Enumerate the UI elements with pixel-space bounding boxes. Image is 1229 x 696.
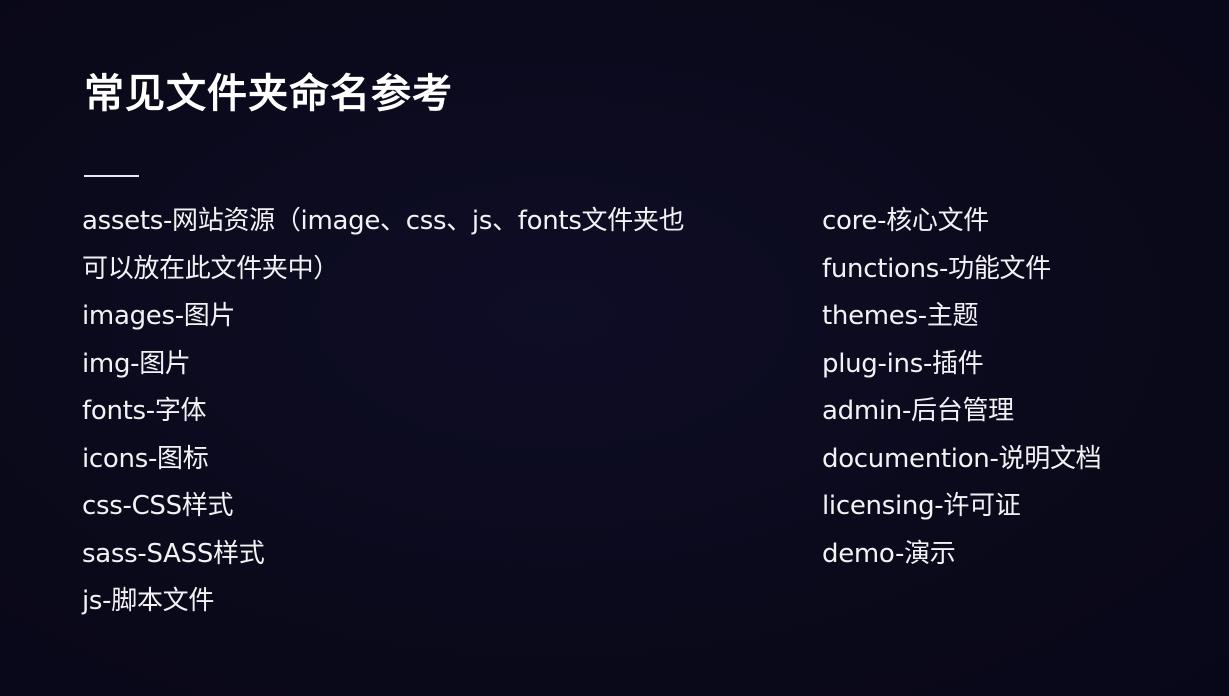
slide: 常见文件夹命名参考 assets-网站资源（image、css、js、fonts… [0, 0, 1229, 696]
list-item: css-CSS样式 [82, 491, 234, 521]
list-item: js-脚本文件 [82, 586, 215, 616]
list-item: core-核心文件 [822, 206, 989, 236]
list-item: documention-说明文档 [822, 443, 1102, 474]
right-column-list: core-核心文件 functions-功能文件 themes-主题 plug-… [822, 198, 1202, 578]
list-item: licensing-许可证 [822, 491, 1021, 521]
list-item: img-图片 [82, 348, 191, 379]
title-divider [84, 175, 139, 177]
list-item: icons-图标 [82, 443, 209, 474]
slide-title: 常见文件夹命名参考 [84, 71, 453, 117]
list-item: 可以放在此文件夹中） [82, 253, 340, 284]
list-item: assets-网站资源（image、css、js、fonts文件夹也 [82, 206, 685, 236]
list-item: functions-功能文件 [822, 253, 1051, 284]
list-item: sass-SASS样式 [82, 538, 265, 569]
list-item: fonts-字体 [82, 396, 207, 426]
list-item: themes-主题 [822, 301, 979, 331]
list-item: admin-后台管理 [822, 396, 1014, 426]
list-item: plug-ins-插件 [822, 348, 984, 379]
list-item: demo-演示 [822, 538, 956, 569]
list-item: images-图片 [82, 301, 236, 331]
left-column-list: assets-网站资源（image、css、js、fonts文件夹也 可以放在此… [82, 198, 762, 626]
